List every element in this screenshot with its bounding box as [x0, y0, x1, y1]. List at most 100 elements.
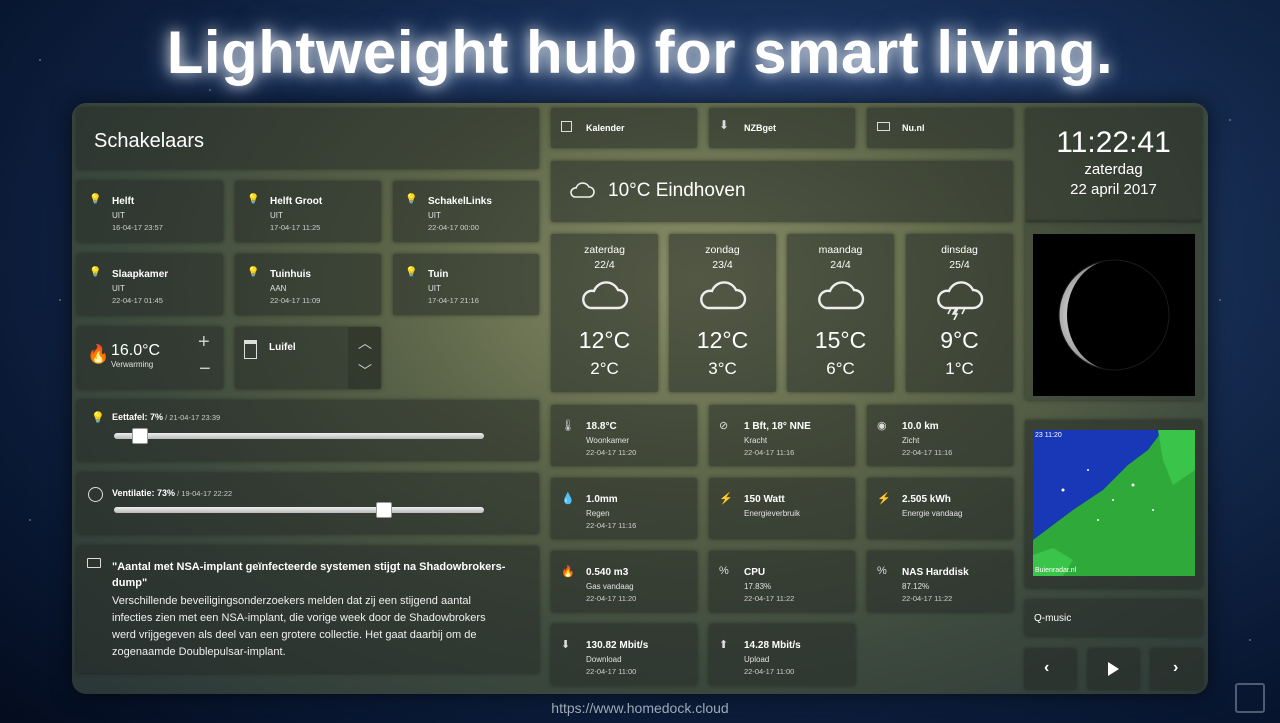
raindrop-icon: 💧	[561, 493, 575, 505]
sensor-value: 0.540 m3	[586, 567, 629, 578]
compass-icon: ⊘	[719, 420, 729, 432]
calendar-link[interactable]: Kalender	[551, 108, 697, 148]
sensor-timestamp: 22-04-17 11:22	[744, 594, 795, 603]
forecast-high: 9°C	[940, 327, 979, 353]
forecast-date: 22/4	[594, 259, 615, 271]
sensor-label: 87.12%	[902, 582, 930, 591]
switch-name: SchakelLinks	[428, 196, 492, 207]
newspaper-icon	[877, 122, 890, 131]
sensor-tile: ⬇ 130.82 Mbit/s Download 22-04-17 11:00	[551, 624, 697, 685]
blinds-up-button[interactable]: ︿	[358, 333, 372, 353]
watermark-logo	[1235, 683, 1265, 713]
cloud-icon	[700, 281, 747, 310]
sensor-value: CPU	[744, 567, 766, 578]
rain-radar-map: 23 11:20 Buienradar.nl	[1033, 430, 1195, 576]
radar-credit: Buienradar.nl	[1035, 567, 1077, 574]
bulb-icon: 💡	[89, 194, 102, 205]
page-headline: Lightweight hub for smart living.	[166, 19, 1114, 86]
switches-header: Schakelaars	[77, 108, 539, 169]
sensor-label: Regen	[586, 509, 610, 518]
switch-state: UIT	[428, 211, 441, 220]
forecast-day: zondag	[705, 244, 740, 256]
switch-state: UIT	[112, 284, 125, 293]
nunl-link-label: Nu.nl	[902, 123, 925, 133]
thermometer-icon: 🌡	[561, 420, 575, 432]
sensor-timestamp: 22-04-17 11:20	[586, 594, 637, 603]
bulb-icon: 💡	[247, 194, 260, 205]
blinds-icon	[244, 340, 257, 359]
switch-name: Slaapkamer	[112, 269, 169, 280]
dimmer-slider-track[interactable]	[114, 433, 484, 439]
bulb-icon: 💡	[247, 267, 260, 278]
sensor-tile: % CPU 17.83% 22-04-17 11:22	[709, 551, 855, 612]
sensor-label: Woonkamer	[586, 436, 629, 445]
switch-tile[interactable]: 💡 Helft Groot UIT 17-04-17 11:25	[235, 181, 381, 242]
switch-tile[interactable]: 💡 SchakelLinks UIT 22-04-17 00:00	[393, 181, 539, 242]
sensor-tile: % NAS Harddisk 87.12% 22-04-17 11:22	[867, 551, 1013, 612]
cloud-icon	[818, 281, 865, 310]
sensor-value: NAS Harddisk	[902, 567, 969, 578]
forecast-day-tile: zaterdag 22/4 12°C 2°C	[551, 234, 658, 392]
sensor-label: Gas vandaag	[586, 582, 634, 591]
heating-tile: 🔥 16.0°C Verwarming + −	[77, 327, 223, 389]
sensor-timestamp: 22-04-17 11:22	[902, 594, 953, 603]
fan-slider-track[interactable]	[114, 507, 484, 513]
forecast-low: 3°C	[708, 359, 737, 378]
fan-slider-handle[interactable]	[376, 502, 393, 518]
forecast-date: 25/4	[949, 259, 970, 271]
sensor-tile: ◉ 10.0 km Zicht 22-04-17 11:16	[867, 405, 1013, 466]
music-station: Q-music	[1034, 613, 1072, 624]
sensor-tile: ⚡ 150 Watt Energieverbruik	[709, 478, 855, 539]
sensor-label: Energieverbruik	[744, 509, 801, 518]
sensor-label: Upload	[744, 655, 770, 664]
fan-time: / 19-04-17 22:22	[175, 489, 233, 498]
sensor-value: 2.505 kWh	[902, 494, 951, 505]
heating-increase-button[interactable]: +	[198, 331, 210, 354]
sensor-label: Kracht	[744, 436, 768, 445]
blinds-label: Luifel	[269, 342, 296, 353]
clock-time: 11:22:41	[1056, 126, 1171, 159]
percent-icon: %	[877, 565, 887, 577]
switch-tile[interactable]: 💡 Tuinhuis AAN 22-04-17 11:09	[235, 254, 381, 315]
dimmer-label: Eettafel: 7%	[112, 412, 164, 422]
nzbget-link[interactable]: ⬇ NZBget	[709, 108, 855, 148]
sensor-label: 17.83%	[744, 582, 772, 591]
site-url: https://www.homedock.cloud	[551, 700, 729, 716]
forecast-day: maandag	[818, 244, 863, 256]
sensor-tile: ⬆ 14.28 Mbit/s Upload 22-04-17 11:00	[709, 624, 855, 685]
switch-tile[interactable]: 💡 Tuin UIT 17-04-17 21:16	[393, 254, 539, 315]
heating-label: Verwarming	[111, 360, 154, 369]
news-body: Verschillende beveiligingsonderzoekers m…	[112, 595, 486, 658]
forecast-day: dinsdag	[941, 244, 978, 256]
blinds-tile: Luifel ︿ ﹀	[235, 327, 381, 389]
dashboard: Schakelaars 🔥 16.0°C Verwarming + − Luif…	[72, 103, 1208, 694]
calendar-icon	[561, 121, 572, 132]
nunl-link[interactable]: Nu.nl	[867, 108, 1013, 148]
switches-title: Schakelaars	[94, 130, 205, 152]
sensor-value: 14.28 Mbit/s	[744, 640, 801, 651]
blinds-down-button[interactable]: ﹀	[358, 361, 372, 381]
forecast-low: 2°C	[590, 359, 619, 378]
previous-track-button[interactable]: ‹	[1025, 649, 1076, 689]
sensor-timestamp: 22-04-17 11:00	[744, 667, 795, 676]
play-button[interactable]	[1088, 649, 1139, 689]
clock-tile: 11:22:41 zaterdag 22 april 2017	[1025, 108, 1202, 222]
sensor-value: 10.0 km	[902, 421, 939, 432]
news-title: "Aantal met NSA-implant geïnfecteerde sy…	[112, 561, 506, 589]
sensor-value: 1 Bft, 18° NNE	[744, 421, 811, 432]
current-weather-tile: 10°C Eindhoven	[551, 161, 1013, 222]
moon-tile	[1025, 222, 1202, 400]
sensor-label: Energie vandaag	[902, 509, 963, 518]
next-track-button[interactable]: ›	[1151, 649, 1202, 689]
radar-tile: 23 11:20 Buienradar.nl	[1025, 420, 1202, 588]
cloud-icon	[582, 281, 629, 310]
heating-decrease-button[interactable]: −	[199, 358, 211, 381]
play-icon	[1108, 662, 1119, 676]
sensor-value: 130.82 Mbit/s	[586, 640, 649, 651]
switch-tile[interactable]: 💡 Slaapkamer UIT 22-04-17 01:45	[77, 254, 223, 315]
switch-tile[interactable]: 💡 Helft UIT 16-04-17 23:57	[77, 181, 223, 242]
radar-time: 23 11:20	[1035, 432, 1062, 439]
plug-icon: ⚡	[719, 493, 733, 505]
download-icon: ⬇	[719, 118, 730, 132]
dimmer-slider-handle[interactable]	[131, 428, 148, 444]
